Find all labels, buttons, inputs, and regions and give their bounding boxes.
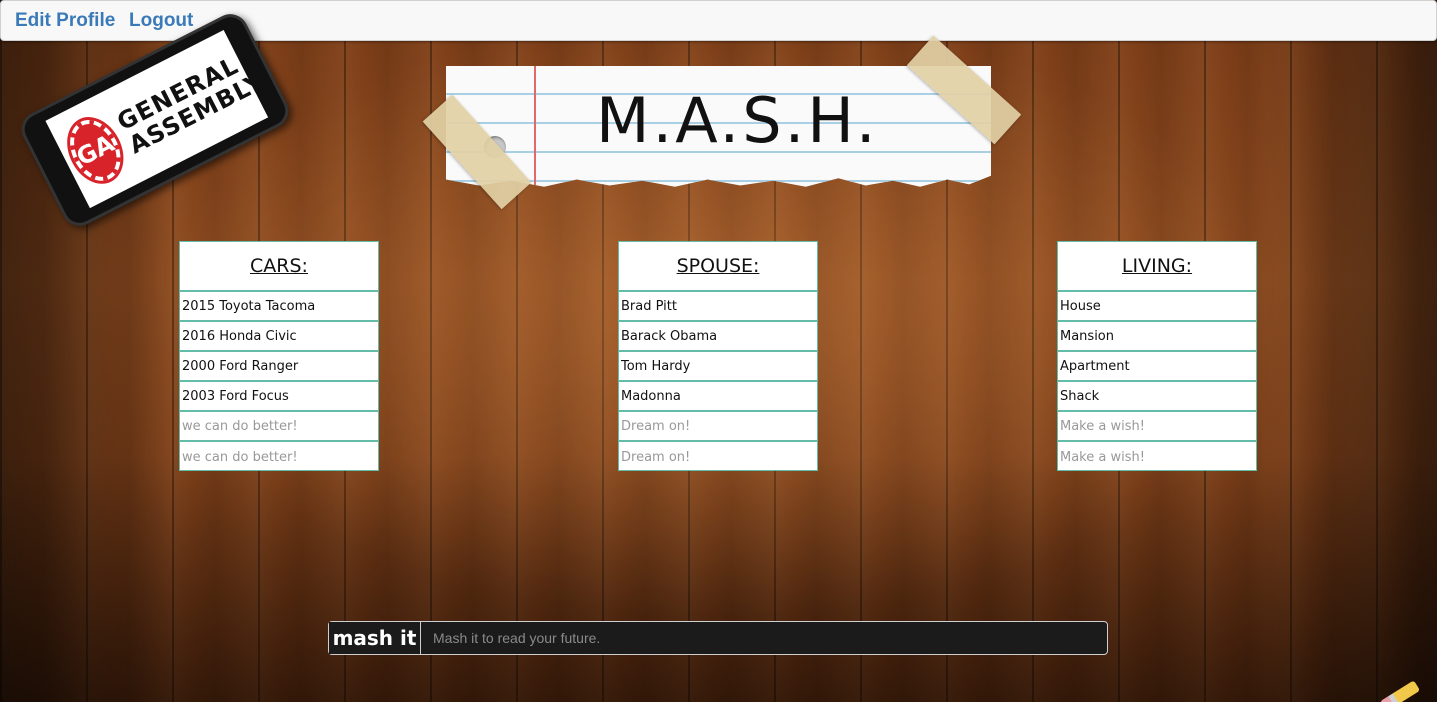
cars-input[interactable]: [182, 442, 378, 472]
cars-input[interactable]: [182, 412, 378, 440]
ga-logo-icon: GA GENERAL ASSEMBLY: [15, 8, 295, 232]
page-title: M.A.S.H.: [596, 84, 879, 157]
ga-wordmark: GENERAL ASSEMBLY: [113, 45, 269, 159]
living-input-row: [1058, 442, 1256, 472]
cars-input-row: [180, 442, 378, 472]
spouse-item: Brad Pitt: [619, 292, 817, 322]
cars-item: 2003 Ford Focus: [180, 382, 378, 412]
spouse-heading: SPOUSE:: [619, 242, 817, 292]
title-paper: M.A.S.H.: [446, 66, 991, 187]
spouse-item: Barack Obama: [619, 322, 817, 352]
spouse-item: Madonna: [619, 382, 817, 412]
spouse-card: SPOUSE: Brad Pitt Barack Obama Tom Hardy…: [618, 241, 818, 472]
living-item: Mansion: [1058, 322, 1256, 352]
cars-input-row: [180, 412, 378, 442]
spouse-input[interactable]: [621, 412, 817, 440]
living-input-row: [1058, 412, 1256, 442]
ga-logo-screen: GA GENERAL ASSEMBLY: [45, 30, 269, 209]
living-card: LIVING: House Mansion Apartment Shack: [1057, 241, 1257, 472]
spouse-input[interactable]: [621, 442, 817, 472]
living-heading: LIVING:: [1058, 242, 1256, 292]
spouse-input-row: [619, 442, 817, 472]
paper-margin-line: [534, 66, 536, 187]
fortune-input[interactable]: [421, 622, 1107, 654]
logout-link[interactable]: Logout: [129, 10, 193, 32]
cars-card: CARS: 2015 Toyota Tacoma 2016 Honda Civi…: [179, 241, 379, 472]
mash-bar: mash it: [328, 621, 1108, 655]
living-item: House: [1058, 292, 1256, 322]
cars-item: 2016 Honda Civic: [180, 322, 378, 352]
cars-heading: CARS:: [180, 242, 378, 292]
living-input[interactable]: [1060, 442, 1256, 472]
cars-item: 2015 Toyota Tacoma: [180, 292, 378, 322]
edit-profile-link[interactable]: Edit Profile: [15, 10, 115, 32]
mash-it-button[interactable]: mash it: [329, 622, 421, 654]
spouse-item: Tom Hardy: [619, 352, 817, 382]
living-input[interactable]: [1060, 412, 1256, 440]
spouse-input-row: [619, 412, 817, 442]
living-item: Apartment: [1058, 352, 1256, 382]
cars-item: 2000 Ford Ranger: [180, 352, 378, 382]
living-item: Shack: [1058, 382, 1256, 412]
pencil-icon: [1379, 680, 1421, 702]
